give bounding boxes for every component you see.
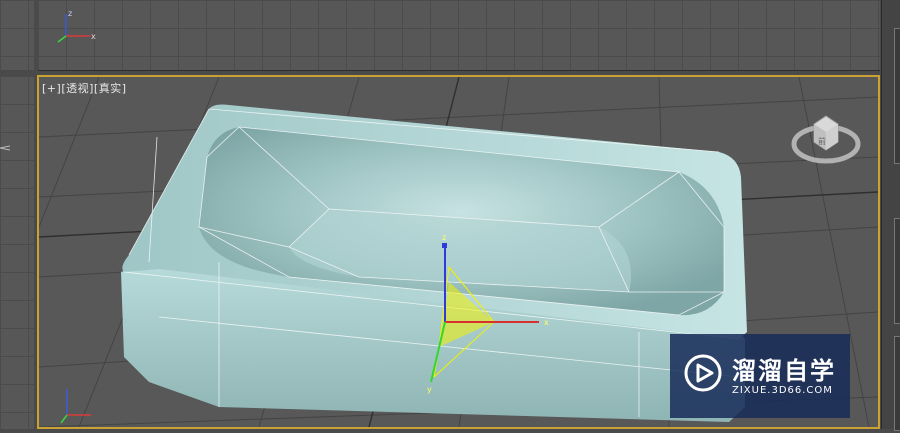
- top-axis-z-label: z: [68, 9, 72, 18]
- viewcube-icon: 前: [791, 115, 861, 164]
- play-logo-icon: [684, 354, 722, 392]
- viewport-label-menu: [+][透视][真实]: [42, 80, 127, 96]
- command-panel-box-mid[interactable]: [894, 218, 900, 324]
- watermark-logo: 溜溜自学 ZIXUE.3D66.COM: [670, 334, 850, 418]
- viewport-menu-plus[interactable]: [+]: [42, 82, 61, 95]
- gizmo-y-label: y: [427, 385, 432, 394]
- gizmo-x-label: x: [544, 318, 549, 327]
- top-axis-tripod-icon: z x: [57, 9, 96, 43]
- watermark-title: 溜溜自学: [732, 357, 836, 385]
- top-viewport[interactable]: z x: [38, 0, 880, 71]
- viewport-menu-shading[interactable]: [真实]: [94, 82, 127, 95]
- command-panel-box-top[interactable]: [894, 28, 900, 164]
- left-viewport-top[interactable]: [0, 0, 34, 70]
- viewcube[interactable]: 前: [790, 102, 862, 174]
- viewport-arrow-icon: [0, 145, 11, 151]
- top-axis-x-label: x: [91, 32, 96, 41]
- command-panel: [881, 0, 900, 431]
- gizmo-z-label: z: [442, 233, 446, 242]
- left-viewport-bottom[interactable]: [0, 76, 34, 429]
- watermark-url: ZIXUE.3D66.COM: [732, 385, 833, 396]
- command-panel-box-bottom[interactable]: [894, 336, 900, 431]
- viewcube-face-label: 前: [818, 136, 826, 146]
- viewport-menu-view[interactable]: [透视]: [61, 82, 94, 95]
